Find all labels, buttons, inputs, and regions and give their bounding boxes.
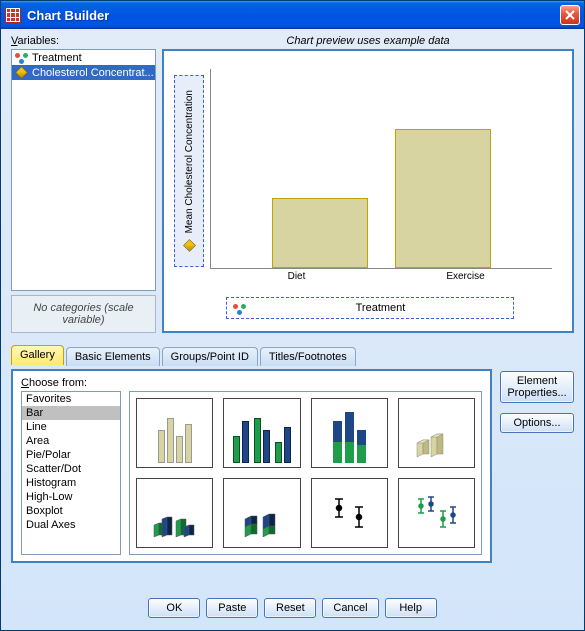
preview-label: Chart preview uses example data xyxy=(162,35,574,47)
thumb-simple-bar[interactable] xyxy=(136,398,213,468)
close-button[interactable] xyxy=(560,5,580,25)
list-item[interactable]: Bar xyxy=(22,406,120,420)
no-categories-panel: No categories (scale variable) xyxy=(11,295,156,333)
element-properties-button[interactable]: Element Properties... xyxy=(500,371,574,403)
chart-preview[interactable]: Mean Cholesterol Concentration Diet Exer… xyxy=(162,49,574,333)
reset-button[interactable]: Reset xyxy=(264,598,316,618)
bar-diet xyxy=(272,198,367,268)
chart-type-list[interactable]: Favorites Bar Line Area Pie/Polar Scatte… xyxy=(21,391,121,555)
x-tick-diet: Diet xyxy=(212,271,381,285)
preview-column: Chart preview uses example data Mean Cho… xyxy=(162,35,574,333)
app-icon xyxy=(5,7,21,23)
choose-from-label: Choose from: xyxy=(21,377,482,389)
errorbar-icon xyxy=(324,493,374,533)
list-item[interactable]: Histogram xyxy=(22,476,120,490)
y-axis-label: Mean Cholesterol Concentration xyxy=(184,90,195,233)
variables-list[interactable]: Treatment Cholesterol Concentrat... xyxy=(11,49,156,291)
variable-label: Cholesterol Concentrat... xyxy=(32,67,154,79)
close-icon xyxy=(565,10,575,20)
x-axis-ticks: Diet Exercise xyxy=(212,271,550,285)
list-item[interactable]: Pie/Polar xyxy=(22,448,120,462)
variable-item-cholesterol[interactable]: Cholesterol Concentrat... xyxy=(12,65,155,80)
thumb-stacked-bar[interactable] xyxy=(311,398,388,468)
paste-button[interactable]: Paste xyxy=(206,598,258,618)
options-button[interactable]: Options... xyxy=(500,413,574,433)
dialog-buttons: OK Paste Reset Cancel Help xyxy=(11,590,574,624)
chart-area: Mean Cholesterol Concentration Diet Exer… xyxy=(208,67,554,271)
scale-icon xyxy=(15,66,28,79)
list-item[interactable]: High-Low xyxy=(22,490,120,504)
ok-button[interactable]: OK xyxy=(148,598,200,618)
tabs: Gallery Basic Elements Groups/Point ID T… xyxy=(11,343,574,365)
bar3d-stack-icon xyxy=(237,503,287,543)
tab-titles-footnotes[interactable]: Titles/Footnotes xyxy=(260,347,356,366)
titlebar: Chart Builder xyxy=(1,1,584,29)
bar3d-cluster-icon xyxy=(150,503,200,543)
x-tick-exercise: Exercise xyxy=(381,271,550,285)
dialog-body: Variables: Treatment Cholesterol Concent… xyxy=(1,29,584,630)
top-row: Variables: Treatment Cholesterol Concent… xyxy=(11,35,574,333)
scale-icon xyxy=(183,239,196,252)
list-item[interactable]: Line xyxy=(22,420,120,434)
y-axis-dropzone[interactable]: Mean Cholesterol Concentration xyxy=(174,75,204,267)
list-item[interactable]: Dual Axes xyxy=(22,518,120,532)
variable-item-treatment[interactable]: Treatment xyxy=(12,50,155,65)
thumb-simple-error-bar[interactable] xyxy=(311,478,388,548)
list-item[interactable]: Scatter/Dot xyxy=(22,462,120,476)
x-axis-label: Treatment xyxy=(254,302,507,314)
lower-row: Choose from: Favorites Bar Line Area Pie… xyxy=(11,369,574,586)
plot-area xyxy=(210,69,552,269)
help-button[interactable]: Help xyxy=(385,598,437,618)
thumb-stacked-3d-bar[interactable] xyxy=(223,478,300,548)
variables-label: Variables: xyxy=(11,35,156,47)
side-buttons: Element Properties... Options... xyxy=(500,369,574,586)
nominal-icon xyxy=(15,51,28,64)
thumb-clustered-bar[interactable] xyxy=(223,398,300,468)
list-item[interactable]: Boxplot xyxy=(22,504,120,518)
thumb-3d-bar[interactable] xyxy=(398,398,475,468)
thumb-clustered-error-bar[interactable] xyxy=(398,478,475,548)
cancel-button[interactable]: Cancel xyxy=(322,598,378,618)
gallery-thumbnails xyxy=(129,391,482,555)
tab-groups-point-id[interactable]: Groups/Point ID xyxy=(162,347,258,366)
gallery-panel: Choose from: Favorites Bar Line Area Pie… xyxy=(11,369,492,563)
nominal-icon xyxy=(233,302,246,315)
errorbar-cluster-icon xyxy=(411,493,461,533)
variables-column: Variables: Treatment Cholesterol Concent… xyxy=(11,35,156,333)
thumb-clustered-3d-bar[interactable] xyxy=(136,478,213,548)
x-axis-dropzone[interactable]: Treatment xyxy=(226,297,514,319)
window-title: Chart Builder xyxy=(27,8,560,23)
list-item[interactable]: Area xyxy=(22,434,120,448)
tab-basic-elements[interactable]: Basic Elements xyxy=(66,347,160,366)
tab-gallery[interactable]: Gallery xyxy=(11,345,64,365)
bar-exercise xyxy=(395,129,490,268)
bar3d-icon xyxy=(411,423,461,463)
no-categories-text: No categories (scale variable) xyxy=(14,302,153,326)
variable-label: Treatment xyxy=(32,52,82,64)
chart-builder-window: Chart Builder Variables: Treatment Chole… xyxy=(0,0,585,631)
list-item[interactable]: Favorites xyxy=(22,392,120,406)
